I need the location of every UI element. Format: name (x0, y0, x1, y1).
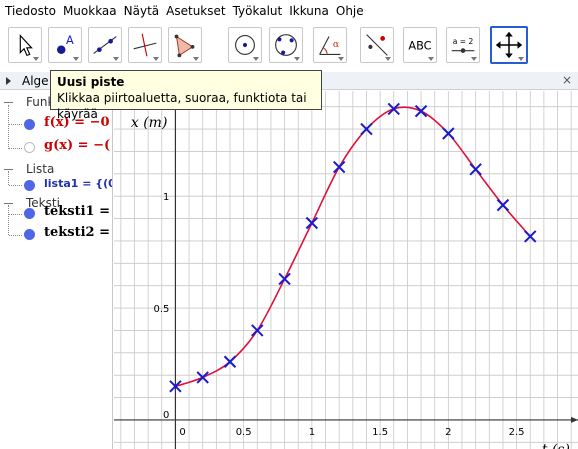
chevron-down-icon (385, 57, 391, 61)
reflect-tool-button[interactable] (360, 27, 394, 63)
x-tick-label: 0 (179, 427, 185, 438)
y-tick-label: 1 (163, 192, 169, 203)
chevron-down-icon (113, 57, 119, 61)
graph-canvas[interactable]: 00.511.522.500.51t (s)x (m) (114, 91, 578, 449)
move-tool-button[interactable] (8, 27, 42, 63)
y-tick-label: 0.5 (154, 304, 170, 315)
algebra-item-teksti1[interactable]: teksti1 = (44, 204, 110, 219)
chevron-down-icon (338, 57, 344, 61)
close-view-icon[interactable]: × (562, 73, 572, 87)
chevron-down-icon (428, 57, 434, 61)
menu-bar: Tiedosto Muokkaa Näytä Asetukset Työkalu… (0, 0, 578, 22)
collapse-icon[interactable] (4, 203, 13, 204)
slider-tool-button[interactable]: a = 2 (446, 27, 480, 63)
chevron-down-icon (471, 57, 477, 61)
collapse-icon[interactable] (4, 102, 13, 103)
tooltip-title: Uusi piste (57, 75, 125, 89)
perpendicular-tool-button[interactable] (128, 27, 162, 63)
menu-view[interactable]: Näytä (123, 4, 161, 18)
algebra-view: Funk f(x) = −0 g(x) = −( Lista lista1 = … (0, 91, 113, 449)
x-axis-label: t (s) (542, 442, 570, 449)
chevron-down-icon (518, 57, 524, 61)
algebra-item-g[interactable]: g(x) = −( (44, 138, 110, 153)
menu-edit[interactable]: Muokkaa (62, 4, 118, 18)
algebra-view-title: Alge (22, 74, 49, 88)
algebra-item-lista1[interactable]: lista1 = {(0, (44, 177, 112, 190)
chevron-down-icon (294, 57, 300, 61)
visibility-toggle-lista1[interactable] (24, 180, 35, 191)
menu-file[interactable]: Tiedosto (4, 4, 57, 18)
svg-text:a = 2: a = 2 (453, 37, 474, 46)
angle-tool-button[interactable]: α (313, 27, 347, 63)
chevron-down-icon (253, 57, 259, 61)
text-tool-button[interactable]: ABC (403, 27, 437, 63)
visibility-toggle-f[interactable] (24, 119, 35, 130)
menu-tools[interactable]: Työkalut (232, 4, 284, 18)
move-graphics-tool-button[interactable] (490, 26, 528, 64)
svg-text:ABC: ABC (408, 40, 431, 53)
tooltip-body: Klikkaa piirtoaluetta, suoraa, funktiota… (57, 91, 307, 121)
x-tick-label: 1.5 (372, 427, 388, 438)
circle-three-points-tool-button[interactable] (269, 27, 303, 63)
x-tick-label: 2.5 (509, 427, 525, 438)
visibility-toggle-g[interactable] (24, 142, 35, 153)
graphics-view[interactable]: 00.511.522.500.51t (s)x (m) (114, 91, 578, 449)
new-point-tool-button[interactable]: A (48, 27, 82, 63)
svg-text:A: A (66, 34, 74, 47)
x-axis-arrow-icon (571, 416, 578, 423)
x-tick-label: 1 (309, 427, 315, 438)
chevron-down-icon (33, 57, 39, 61)
chevron-down-icon (193, 57, 199, 61)
y-tick-label: 0 (163, 410, 169, 421)
chevron-down-icon (153, 57, 159, 61)
visibility-toggle-teksti2[interactable] (24, 229, 35, 240)
menu-help[interactable]: Ohje (335, 4, 365, 18)
menu-window[interactable]: Ikkuna (288, 4, 330, 18)
svg-text:α: α (333, 39, 340, 50)
category-list: Lista (26, 162, 55, 176)
visibility-toggle-teksti1[interactable] (24, 208, 35, 219)
collapse-icon[interactable] (4, 169, 13, 170)
x-tick-label: 2 (445, 427, 451, 438)
x-tick-label: 0.5 (236, 427, 252, 438)
collapse-arrow-icon[interactable] (6, 77, 11, 85)
line-tool-button[interactable] (88, 27, 122, 63)
algebra-item-teksti2[interactable]: teksti2 = (44, 225, 110, 240)
toolbar: A α ABC a = 2 (0, 22, 578, 70)
menu-options[interactable]: Asetukset (165, 4, 226, 18)
polygon-tool-button[interactable] (168, 27, 202, 63)
tool-tooltip: Uusi piste Klikkaa piirtoaluetta, suoraa… (50, 70, 322, 121)
chevron-down-icon (73, 57, 79, 61)
circle-tool-button[interactable] (228, 27, 262, 63)
